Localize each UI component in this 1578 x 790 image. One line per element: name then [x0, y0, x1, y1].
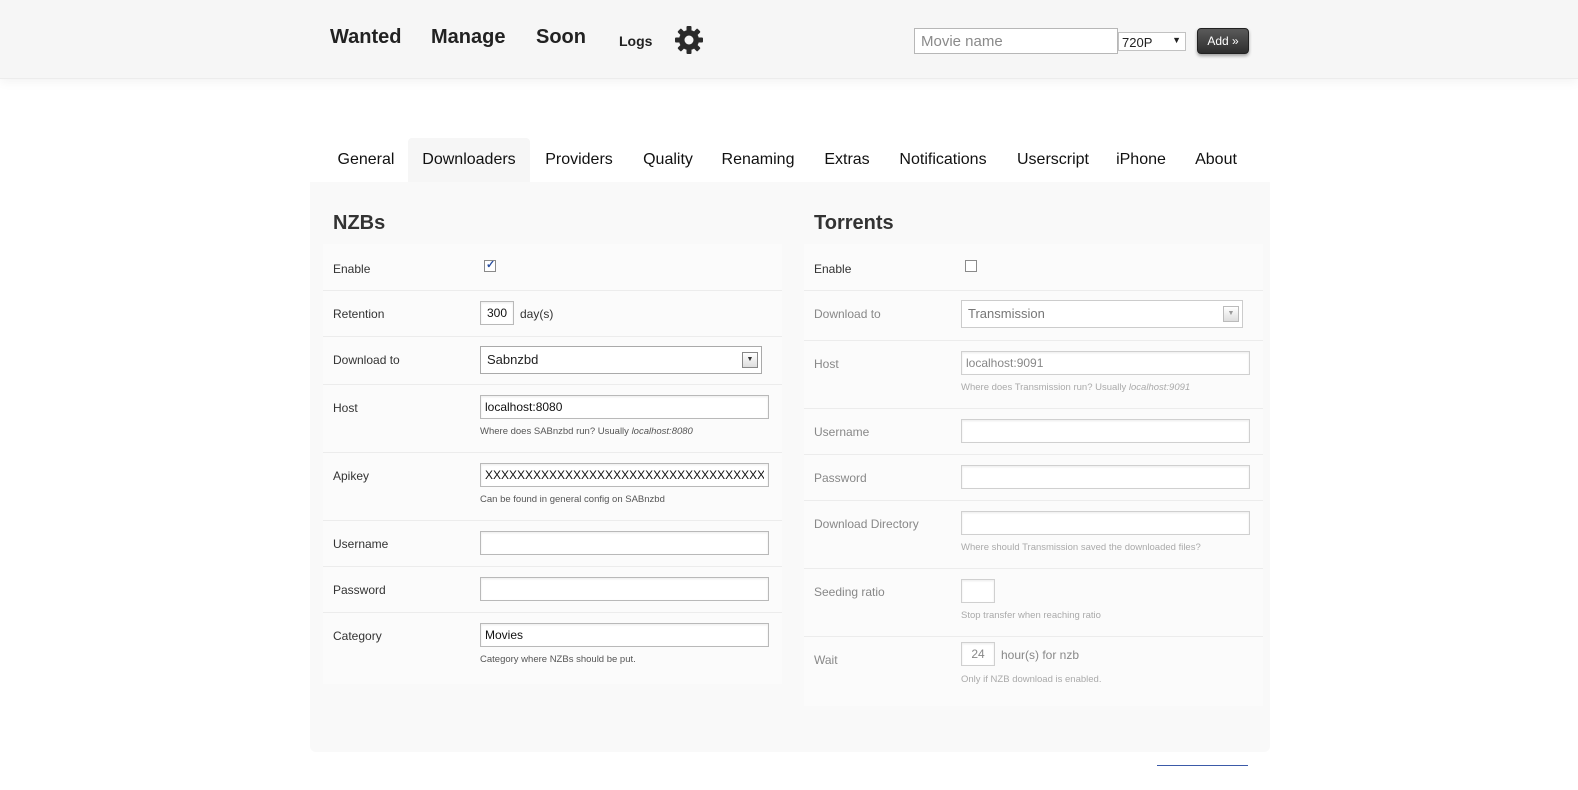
torrents-seeding-row: Seeding ratio Stop transfer when reachin… — [804, 568, 1263, 637]
quality-select[interactable]: 720P ▼ — [1118, 32, 1186, 51]
torrents-host-input[interactable] — [961, 351, 1250, 375]
torrents-download-to-select[interactable]: Transmission ▼ — [961, 300, 1243, 328]
nzbs-retention-label: Retention — [333, 307, 385, 321]
tab-downloaders[interactable]: Downloaders — [408, 138, 530, 182]
torrents-wait-label: Wait — [814, 653, 838, 667]
torrents-password-row: Password — [804, 454, 1263, 501]
tab-notifications[interactable]: Notifications — [888, 138, 998, 182]
torrents-host-hint-text: Where does Transmission run? Usually — [961, 382, 1129, 393]
gear-icon[interactable] — [674, 25, 704, 55]
torrents-directory-row: Download Directory Where should Transmis… — [804, 500, 1263, 569]
nzbs-apikey-row: Apikey Can be found in general config on… — [323, 452, 782, 521]
torrents-section-title: Torrents — [814, 212, 894, 234]
nzbs-retention-row: Retention day(s) — [323, 290, 782, 337]
nzbs-apikey-input[interactable] — [480, 463, 769, 487]
nzbs-category-input[interactable] — [480, 623, 769, 647]
torrents-directory-label: Download Directory — [814, 517, 919, 531]
torrents-host-row: Host Where does Transmission run? Usuall… — [804, 340, 1263, 409]
nzbs-password-label: Password — [333, 583, 386, 597]
nzbs-apikey-label: Apikey — [333, 469, 370, 483]
chevron-down-icon: ▼ — [742, 352, 758, 368]
nzbs-download-to-select[interactable]: Sabnzbd ▼ — [480, 346, 762, 374]
nzbs-host-hint-text: Where does SABnzbd run? Usually — [480, 426, 632, 437]
tab-iphone[interactable]: iPhone — [1108, 138, 1174, 182]
tab-userscript[interactable]: Userscript — [1008, 138, 1098, 182]
nzbs-host-row: Host Where does SABnzbd run? Usually loc… — [323, 384, 782, 453]
torrents-enable-label: Enable — [814, 262, 852, 276]
nzbs-section-title: NZBs — [333, 212, 386, 234]
nav-soon[interactable]: Soon — [536, 26, 586, 49]
torrents-username-label: Username — [814, 425, 870, 439]
nzbs-download-to-label: Download to — [333, 353, 400, 367]
chevron-down-icon: ▼ — [1172, 35, 1181, 45]
torrents-enable-row: Enable — [804, 244, 1263, 291]
torrents-username-row: Username — [804, 408, 1263, 455]
nzbs-settings-group: Enable ✓ Retention day(s) Download to Sa… — [323, 244, 782, 684]
top-navigation-bar: Wanted Manage Soon Logs 720P ▼ Add » — [0, 0, 1578, 79]
checkmark-icon: ✓ — [486, 259, 496, 271]
torrents-download-to-label: Download to — [814, 307, 881, 321]
torrents-wait-input[interactable] — [961, 642, 995, 666]
torrents-wait-hint: Only if NZB download is enabled. — [961, 674, 1102, 685]
nzbs-retention-unit: day(s) — [520, 307, 554, 321]
torrents-host-label: Host — [814, 357, 839, 371]
add-button[interactable]: Add » — [1197, 28, 1249, 54]
nzbs-download-to-row: Download to Sabnzbd ▼ — [323, 336, 782, 385]
nzbs-password-row: Password — [323, 566, 782, 613]
tab-about[interactable]: About — [1188, 138, 1244, 182]
nzbs-category-label: Category — [333, 629, 382, 643]
nzbs-enable-row: Enable ✓ — [323, 244, 782, 291]
nzbs-password-input[interactable] — [480, 577, 769, 601]
tab-providers[interactable]: Providers — [535, 138, 623, 182]
nav-logs[interactable]: Logs — [619, 33, 652, 49]
nzbs-host-hint: Where does SABnzbd run? Usually localhos… — [480, 426, 693, 437]
nzbs-username-row: Username — [323, 520, 782, 567]
nzbs-category-row: Category Category where NZBs should be p… — [323, 612, 782, 682]
torrents-directory-input[interactable] — [961, 511, 1250, 535]
torrents-host-hint: Where does Transmission run? Usually loc… — [961, 382, 1190, 393]
nzbs-host-hint-example: localhost:8080 — [631, 426, 693, 437]
torrents-host-hint-example: localhost:9091 — [1128, 382, 1191, 393]
torrents-settings-group: Enable Download to Transmission ▼ Host W… — [804, 244, 1263, 706]
nzbs-category-hint: Category where NZBs should be put. — [480, 654, 636, 665]
tab-general[interactable]: General — [326, 138, 406, 182]
tab-quality[interactable]: Quality — [633, 138, 703, 182]
quality-select-value: 720P — [1122, 35, 1153, 50]
torrents-download-to-value: Transmission — [968, 306, 1045, 321]
torrents-download-to-row: Download to Transmission ▼ — [804, 290, 1263, 341]
chevron-down-icon: ▼ — [1223, 306, 1239, 322]
nzbs-username-label: Username — [333, 537, 389, 551]
movie-name-input[interactable] — [914, 28, 1118, 54]
tab-extras[interactable]: Extras — [814, 138, 880, 182]
nzbs-enable-label: Enable — [333, 262, 371, 276]
torrents-enable-checkbox[interactable] — [965, 260, 977, 272]
torrents-seeding-input[interactable] — [961, 579, 995, 603]
footer-link-underline[interactable] — [1157, 765, 1248, 766]
nzbs-download-to-value: Sabnzbd — [487, 352, 539, 367]
torrents-seeding-label: Seeding ratio — [814, 585, 885, 599]
nzbs-retention-input[interactable] — [480, 301, 514, 325]
nav-manage[interactable]: Manage — [431, 26, 505, 49]
tab-renaming[interactable]: Renaming — [712, 138, 804, 182]
nzbs-username-input[interactable] — [480, 531, 769, 555]
torrents-directory-hint: Where should Transmission saved the down… — [961, 542, 1201, 553]
torrents-password-input[interactable] — [961, 465, 1250, 489]
nzbs-apikey-hint: Can be found in general config on SABnzb… — [480, 494, 665, 505]
torrents-wait-unit: hour(s) for nzb — [1001, 648, 1080, 662]
torrents-password-label: Password — [814, 471, 867, 485]
torrents-wait-row: Wait hour(s) for nzb Only if NZB downloa… — [804, 636, 1263, 704]
nzbs-host-label: Host — [333, 401, 358, 415]
torrents-username-input[interactable] — [961, 419, 1250, 443]
nzbs-host-input[interactable] — [480, 395, 769, 419]
nav-wanted[interactable]: Wanted — [330, 26, 401, 49]
nzbs-enable-checkbox[interactable]: ✓ — [484, 259, 496, 272]
torrents-seeding-hint: Stop transfer when reaching ratio — [961, 610, 1101, 621]
